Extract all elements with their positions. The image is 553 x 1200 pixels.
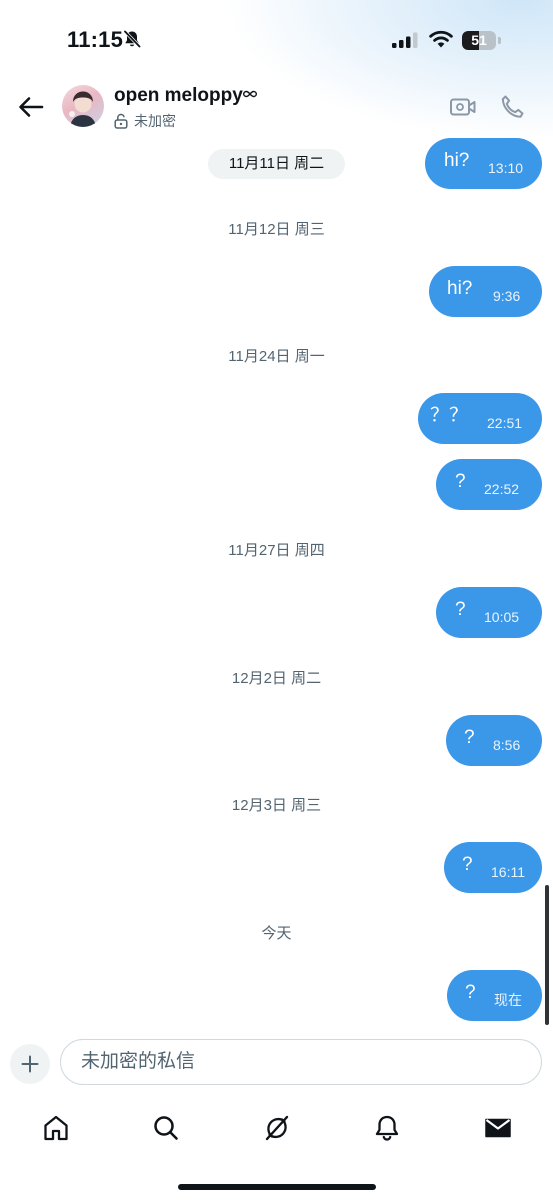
message-time: 22:52: [484, 481, 520, 497]
status-time: 11:15: [67, 27, 124, 52]
search-icon: [154, 1116, 178, 1140]
date-separator: 12月2日 周二: [231, 670, 322, 687]
message-time: 22:51: [487, 415, 523, 431]
tab-home[interactable]: [36, 1108, 76, 1148]
messages-icon: [485, 1118, 511, 1138]
avatar-portrait-icon: [69, 91, 96, 127]
avatar[interactable]: [62, 85, 104, 127]
date-separator-sticky: 11月11日 周二: [208, 149, 345, 179]
conversation-header: open meloppy 未加密: [0, 80, 553, 136]
unlocked-padlock-icon: [114, 113, 128, 129]
infinity-badge-icon: [242, 86, 258, 104]
message-time: 9:36: [493, 288, 521, 304]
status-bar: 11:15 51: [0, 0, 553, 80]
message-composer: 未加密的私信: [0, 1035, 553, 1091]
notifications-icon: [375, 1115, 399, 1141]
battery-indicator: 51: [462, 31, 502, 50]
plus-icon: [21, 1055, 39, 1073]
message-text: ?: [455, 471, 466, 492]
tab-grok[interactable]: [257, 1108, 297, 1148]
encryption-label: 未加密: [134, 113, 176, 129]
message-text: ？？: [430, 405, 469, 426]
message-bubble[interactable]: ? 16:11: [444, 842, 542, 893]
message-text: ?: [455, 599, 466, 620]
tab-search[interactable]: [146, 1108, 186, 1148]
video-camera-icon: [450, 98, 476, 116]
add-attachment-button[interactable]: [10, 1044, 50, 1084]
message-time: 10:05: [484, 609, 520, 625]
back-button[interactable]: [14, 90, 48, 124]
cellular-signal-icon: [392, 32, 420, 53]
message-input[interactable]: 未加密的私信: [60, 1039, 542, 1085]
date-separator: 11月12日 周三: [228, 221, 325, 238]
message-text: ?: [462, 854, 473, 875]
message-time: 8:56: [493, 737, 521, 753]
phone-icon: [501, 95, 524, 118]
battery-body: 51: [462, 31, 496, 50]
encryption-status: 未加密: [114, 111, 176, 131]
arrow-left-icon: [19, 97, 44, 117]
tab-notifications[interactable]: [367, 1108, 407, 1148]
voice-call-button[interactable]: [497, 92, 527, 122]
battery-nub: [498, 37, 501, 44]
message-bubble[interactable]: ? 10:05: [436, 587, 542, 638]
date-separator: 11月27日 周四: [228, 542, 325, 559]
home-indicator: [178, 1184, 376, 1190]
date-separator: 今天: [261, 925, 292, 942]
message-time: 现在: [494, 992, 522, 1008]
grok-icon: [265, 1115, 289, 1141]
scrollbar[interactable]: [545, 885, 549, 1025]
message-text: ?: [465, 982, 476, 1003]
home-icon: [44, 1115, 68, 1141]
message-bubble[interactable]: hi? 9:36: [429, 266, 542, 317]
date-separator: 12月3日 周三: [231, 797, 322, 814]
message-time: 16:11: [491, 864, 525, 880]
message-bubble[interactable]: hi? 13:10: [425, 138, 542, 189]
date-separator: 11月24日 周一: [228, 348, 325, 365]
message-text: ?: [464, 727, 475, 748]
bottom-tab-bar: [0, 1100, 553, 1154]
message-bubble[interactable]: ? 8:56: [446, 715, 542, 766]
bell-muted-icon: [122, 29, 142, 54]
video-call-button[interactable]: [448, 92, 478, 122]
message-text: hi?: [444, 150, 470, 171]
message-time: 13:10: [488, 160, 524, 176]
message-bubble[interactable]: ? 22:52: [436, 459, 542, 510]
message-bubble[interactable]: ？？ 22:51: [418, 393, 542, 444]
message-bubble[interactable]: ? 现在: [447, 970, 542, 1021]
battery-percentage: 51: [471, 32, 487, 48]
tab-messages[interactable]: [478, 1108, 518, 1148]
contact-name[interactable]: open meloppy: [114, 85, 243, 107]
message-text: hi?: [447, 278, 473, 299]
wifi-icon: [428, 29, 454, 54]
